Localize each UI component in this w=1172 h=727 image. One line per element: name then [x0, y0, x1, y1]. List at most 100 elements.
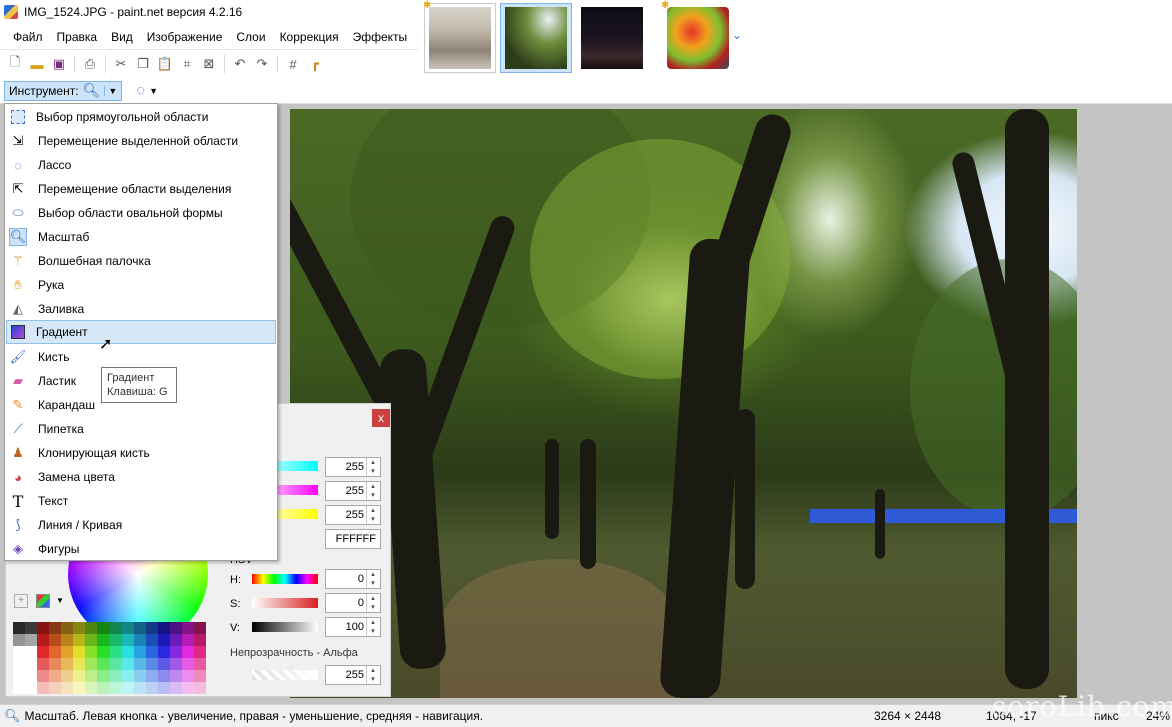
copy-icon[interactable]: ❐	[134, 55, 152, 73]
palette-swatch[interactable]	[121, 634, 134, 646]
menu-layers[interactable]: Слои	[229, 24, 272, 50]
tool-magic-wand[interactable]: ⚚ Волшебная палочка	[6, 249, 276, 273]
palette-swatch[interactable]	[49, 682, 62, 694]
palette-swatch[interactable]	[109, 646, 122, 658]
tool-shapes[interactable]: ◈ Фигуры	[6, 537, 276, 561]
print-icon[interactable]: ⎙	[81, 55, 99, 73]
close-colors-button[interactable]: x	[372, 409, 390, 427]
palette-swatch[interactable]	[73, 622, 86, 634]
image-tab-interior[interactable]: ✱	[423, 0, 496, 73]
palette-swatch[interactable]	[13, 634, 26, 646]
palette-swatch[interactable]	[85, 682, 98, 694]
palette-swatch[interactable]	[109, 634, 122, 646]
palette-swatch[interactable]	[145, 670, 158, 682]
tool-zoom[interactable]: 🔍︎ Масштаб	[6, 225, 276, 249]
palette-swatch[interactable]	[49, 646, 62, 658]
palette-swatch[interactable]	[181, 670, 194, 682]
tool-paint-bucket[interactable]: ◭ Заливка	[6, 297, 276, 321]
green-input[interactable]: 255	[325, 481, 381, 501]
palette-swatch[interactable]	[145, 622, 158, 634]
palette-swatch[interactable]	[25, 658, 38, 670]
tool-clone-stamp[interactable]: ♟ Клонирующая кисть	[6, 441, 276, 465]
palette-swatch[interactable]	[73, 682, 86, 694]
tool-rectangle-select[interactable]: Выбор прямоугольной области	[6, 105, 276, 129]
palette-swatch[interactable]	[145, 682, 158, 694]
palette-swatch[interactable]	[157, 682, 170, 694]
chevron-down-icon[interactable]: ⌄	[732, 28, 742, 42]
palette-swatch[interactable]	[181, 634, 194, 646]
palette-swatch[interactable]	[181, 622, 194, 634]
palette-swatch[interactable]	[133, 634, 146, 646]
palette-swatch[interactable]	[73, 634, 86, 646]
palette-swatch[interactable]	[37, 682, 50, 694]
alpha-slider[interactable]	[252, 670, 318, 680]
palette-swatch[interactable]	[85, 646, 98, 658]
tool-line-curve[interactable]: ⟆ Линия / Кривая	[6, 513, 276, 537]
palette-swatch[interactable]	[13, 622, 26, 634]
palette-swatch[interactable]	[193, 670, 206, 682]
palette-swatch[interactable]	[61, 670, 74, 682]
tool-ellipse-select[interactable]: ⬭ Выбор области овальной формы	[6, 201, 276, 225]
palette-swatch[interactable]	[37, 646, 50, 658]
tool-brush[interactable]: 🖌︎ Кисть	[6, 345, 276, 369]
palette-swatch[interactable]	[169, 670, 182, 682]
save-icon[interactable]: ▣	[50, 55, 68, 73]
red-input[interactable]: 255	[325, 457, 381, 477]
palette-swatch[interactable]	[109, 658, 122, 670]
tool-gradient[interactable]: Градиент	[6, 320, 276, 344]
palette-swatch[interactable]	[145, 658, 158, 670]
palette-swatch[interactable]	[169, 646, 182, 658]
palette-swatch[interactable]	[13, 646, 26, 658]
palette-swatch[interactable]	[97, 622, 110, 634]
menu-image[interactable]: Изображение	[140, 24, 230, 50]
palette-swatch[interactable]	[121, 658, 134, 670]
tool-move-selection[interactable]: ⇱ Перемещение области выделения	[6, 177, 276, 201]
palette-swatch[interactable]	[109, 670, 122, 682]
palette-swatch[interactable]	[37, 622, 50, 634]
palette-swatch[interactable]	[25, 670, 38, 682]
redo-icon[interactable]: ↷	[253, 55, 271, 73]
paste-icon[interactable]: 📋	[156, 55, 174, 73]
palette-swatch[interactable]	[181, 658, 194, 670]
palette-swatch[interactable]	[25, 634, 38, 646]
palette-swatch[interactable]	[193, 646, 206, 658]
palette-swatch[interactable]	[121, 646, 134, 658]
value-slider[interactable]	[252, 622, 318, 632]
menu-effects[interactable]: Эффекты	[346, 24, 415, 50]
palette-swatch[interactable]	[97, 634, 110, 646]
palette-swatch[interactable]	[157, 646, 170, 658]
palette-swatch[interactable]	[49, 670, 62, 682]
menu-view[interactable]: Вид	[104, 24, 140, 50]
palette-swatch[interactable]	[97, 682, 110, 694]
palette-swatch[interactable]	[145, 634, 158, 646]
blue-input[interactable]: 255	[325, 505, 381, 525]
palette-swatch[interactable]	[25, 622, 38, 634]
palette-swatch[interactable]	[193, 658, 206, 670]
palette-swatch[interactable]	[169, 682, 182, 694]
palette-menu-icon[interactable]	[36, 594, 50, 608]
palette-swatch[interactable]	[13, 658, 26, 670]
palette-swatch[interactable]	[25, 646, 38, 658]
undo-icon[interactable]: ↶	[231, 55, 249, 73]
value-input[interactable]: 100	[325, 617, 381, 637]
saturation-input[interactable]: 0	[325, 593, 381, 613]
palette-swatch[interactable]	[61, 682, 74, 694]
menu-adjustments[interactable]: Коррекция	[273, 24, 346, 50]
palette-swatch[interactable]	[73, 658, 86, 670]
image-tab-trees[interactable]	[500, 3, 572, 73]
palette-swatch[interactable]	[73, 670, 86, 682]
image-tab-peppers[interactable]: ✱	[661, 0, 734, 73]
palette-swatch[interactable]	[193, 622, 206, 634]
palette-swatch[interactable]	[193, 634, 206, 646]
palette-swatch[interactable]	[133, 646, 146, 658]
palette-swatch[interactable]	[121, 682, 134, 694]
color-palette[interactable]	[13, 622, 206, 694]
tool-recolor[interactable]: ◕ Замена цвета	[6, 465, 276, 489]
palette-swatch[interactable]	[121, 622, 134, 634]
palette-swatch[interactable]	[73, 646, 86, 658]
alpha-input[interactable]: 255	[325, 665, 381, 685]
palette-swatch[interactable]	[181, 646, 194, 658]
grid-icon[interactable]: #	[284, 55, 302, 73]
palette-swatch[interactable]	[49, 634, 62, 646]
palette-swatch[interactable]	[193, 682, 206, 694]
